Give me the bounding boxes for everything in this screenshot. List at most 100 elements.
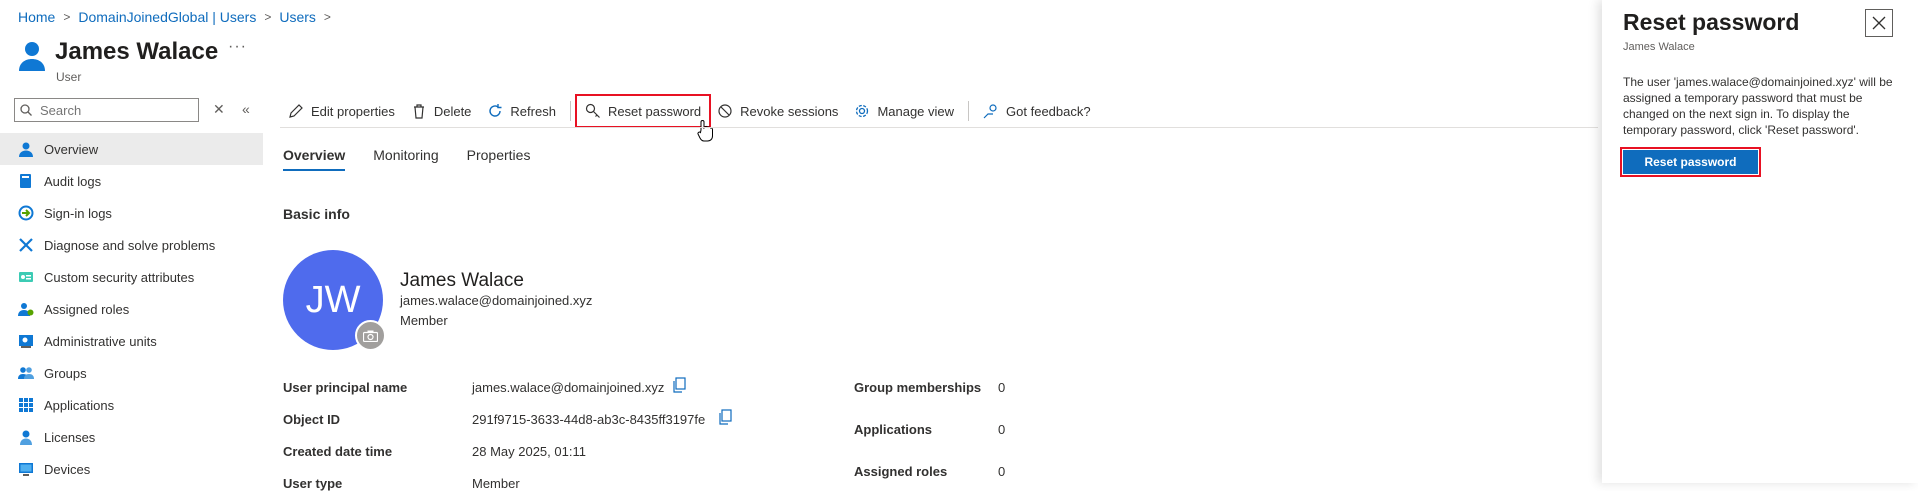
copy-icon[interactable]: [718, 409, 732, 425]
command-bar: Edit properties Delete Refresh Reset pas…: [280, 94, 1099, 128]
sidebar-item-assigned-roles[interactable]: Assigned roles: [0, 293, 263, 325]
breadcrumb-users[interactable]: Users: [279, 9, 316, 25]
refresh-icon: [489, 104, 502, 117]
breadcrumb-separator: >: [63, 10, 71, 24]
sidebar-item-label: Administrative units: [44, 333, 157, 349]
sidebar-item-audit-logs[interactable]: Audit logs: [0, 165, 263, 197]
page-subtitle: User: [56, 70, 82, 84]
collapse-sidebar-icon[interactable]: «: [242, 101, 250, 117]
license-icon: [20, 430, 32, 445]
page-title: James Walace: [55, 38, 219, 65]
admin-units-icon: [19, 335, 33, 348]
clear-search-icon[interactable]: ✕: [213, 101, 225, 118]
trash-icon: [413, 104, 424, 119]
breadcrumb-domain-users[interactable]: DomainJoinedGlobal | Users: [78, 9, 256, 25]
user-email: james.walace@domainjoined.xyz: [400, 293, 593, 308]
sidebar-item-label: Groups: [44, 365, 87, 381]
sign-in-icon: [18, 205, 34, 221]
sidebar-item-admin-units[interactable]: Administrative units: [0, 325, 263, 357]
created-label: Created date time: [283, 444, 393, 459]
sidebar-item-groups[interactable]: Groups: [0, 357, 263, 389]
sidebar-item-label: Diagnose and solve problems: [44, 237, 216, 253]
section-title: Basic info: [283, 206, 350, 222]
search-input[interactable]: [38, 101, 192, 119]
sidebar-item-label: Licenses: [44, 429, 96, 445]
book-icon: [20, 174, 31, 188]
group-memberships-count[interactable]: 0: [998, 380, 1005, 395]
breadcrumb: Home > DomainJoinedGlobal | Users > User…: [18, 9, 331, 25]
object-id-value: 291f9715-3633-44d8-ab3c-8435ff3197fe: [472, 412, 706, 427]
block-icon: [718, 104, 732, 118]
more-options-button[interactable]: ···: [228, 38, 247, 56]
applications-count[interactable]: 0: [998, 422, 1005, 437]
feedback-button[interactable]: Got feedback?: [975, 96, 1099, 126]
sidebar-item-devices[interactable]: Devices: [0, 453, 263, 485]
object-id-label: Object ID: [283, 412, 341, 427]
sidebar-item-label: Overview: [44, 141, 99, 157]
user-icon: [19, 142, 33, 157]
sidebar-item-sign-in-logs[interactable]: Sign-in logs: [0, 197, 263, 229]
sidebar-nav: Overview Audit logs Sign-in logs Diagnos…: [0, 133, 263, 485]
toolbar-divider: [569, 101, 571, 121]
key-icon: [585, 103, 600, 118]
wrench-icon: [19, 238, 33, 252]
user-display-name: James Walace: [400, 270, 524, 291]
refresh-button[interactable]: Refresh: [479, 96, 564, 126]
toolbar-divider: [968, 101, 970, 121]
panel-description: The user 'james.walace@domainjoined.xyz'…: [1623, 75, 1893, 137]
close-button[interactable]: [1865, 9, 1893, 37]
tab-properties[interactable]: Properties: [467, 147, 531, 171]
confirm-reset-password-button[interactable]: Reset password: [1620, 147, 1761, 177]
grid-icon: [19, 398, 33, 412]
sidebar-item-label: Custom security attributes: [44, 269, 195, 285]
toolbar-divider-line: [280, 127, 1598, 128]
camera-icon[interactable]: [355, 320, 386, 351]
roles-icon: [18, 303, 34, 316]
pencil-icon: [289, 104, 303, 118]
sidebar-item-custom-security[interactable]: Custom security attributes: [0, 261, 263, 293]
user-type: Member: [400, 313, 448, 328]
user-type-label: User type: [283, 476, 343, 491]
upn-value: james.walace@domainjoined.xyz: [472, 380, 665, 395]
tab-overview[interactable]: Overview: [283, 147, 346, 171]
sidebar-item-label: Devices: [44, 461, 91, 477]
copy-icon[interactable]: [672, 377, 686, 393]
manage-view-button[interactable]: Manage view: [846, 96, 962, 126]
close-icon: [1872, 16, 1886, 30]
assigned-roles-label: Assigned roles: [854, 464, 948, 479]
upn-label: User principal name: [283, 380, 408, 395]
assigned-roles-count[interactable]: 0: [998, 464, 1005, 479]
feedback-icon: [983, 104, 997, 119]
sidebar-item-diagnose[interactable]: Diagnose and solve problems: [0, 229, 263, 261]
groups-icon: [18, 367, 34, 379]
breadcrumb-separator: >: [323, 10, 331, 24]
search-icon: [20, 104, 32, 116]
revoke-sessions-button[interactable]: Revoke sessions: [709, 96, 846, 126]
attributes-icon: [19, 272, 33, 282]
reset-password-panel: Reset password James Walace The user 'ja…: [1602, 0, 1918, 483]
gear-icon: [856, 104, 869, 118]
applications-label: Applications: [854, 422, 933, 437]
user-icon: [18, 40, 46, 72]
user-type-value: Member: [472, 476, 520, 491]
sidebar-item-label: Applications: [44, 397, 115, 413]
sidebar-search[interactable]: [14, 98, 199, 122]
created-value: 28 May 2025, 01:11: [472, 444, 586, 459]
panel-title: Reset password: [1623, 9, 1800, 35]
breadcrumb-separator: >: [264, 10, 272, 24]
sidebar-item-label: Sign-in logs: [44, 205, 112, 221]
sidebar-item-label: Assigned roles: [44, 301, 130, 317]
device-icon: [19, 463, 33, 476]
sidebar-item-applications[interactable]: Applications: [0, 389, 263, 421]
sidebar-item-licenses[interactable]: Licenses: [0, 421, 263, 453]
delete-button[interactable]: Delete: [403, 96, 480, 126]
sidebar-item-overview[interactable]: Overview: [0, 133, 263, 165]
panel-subtitle: James Walace: [1623, 41, 1695, 53]
breadcrumb-home[interactable]: Home: [18, 9, 55, 25]
reset-password-button[interactable]: Reset password: [574, 94, 712, 128]
tab-monitoring[interactable]: Monitoring: [373, 147, 438, 171]
edit-properties-button[interactable]: Edit properties: [280, 96, 403, 126]
sidebar-item-label: Audit logs: [44, 173, 102, 189]
group-memberships-label: Group memberships: [854, 380, 982, 395]
tab-bar: Overview Monitoring Properties: [283, 147, 530, 171]
